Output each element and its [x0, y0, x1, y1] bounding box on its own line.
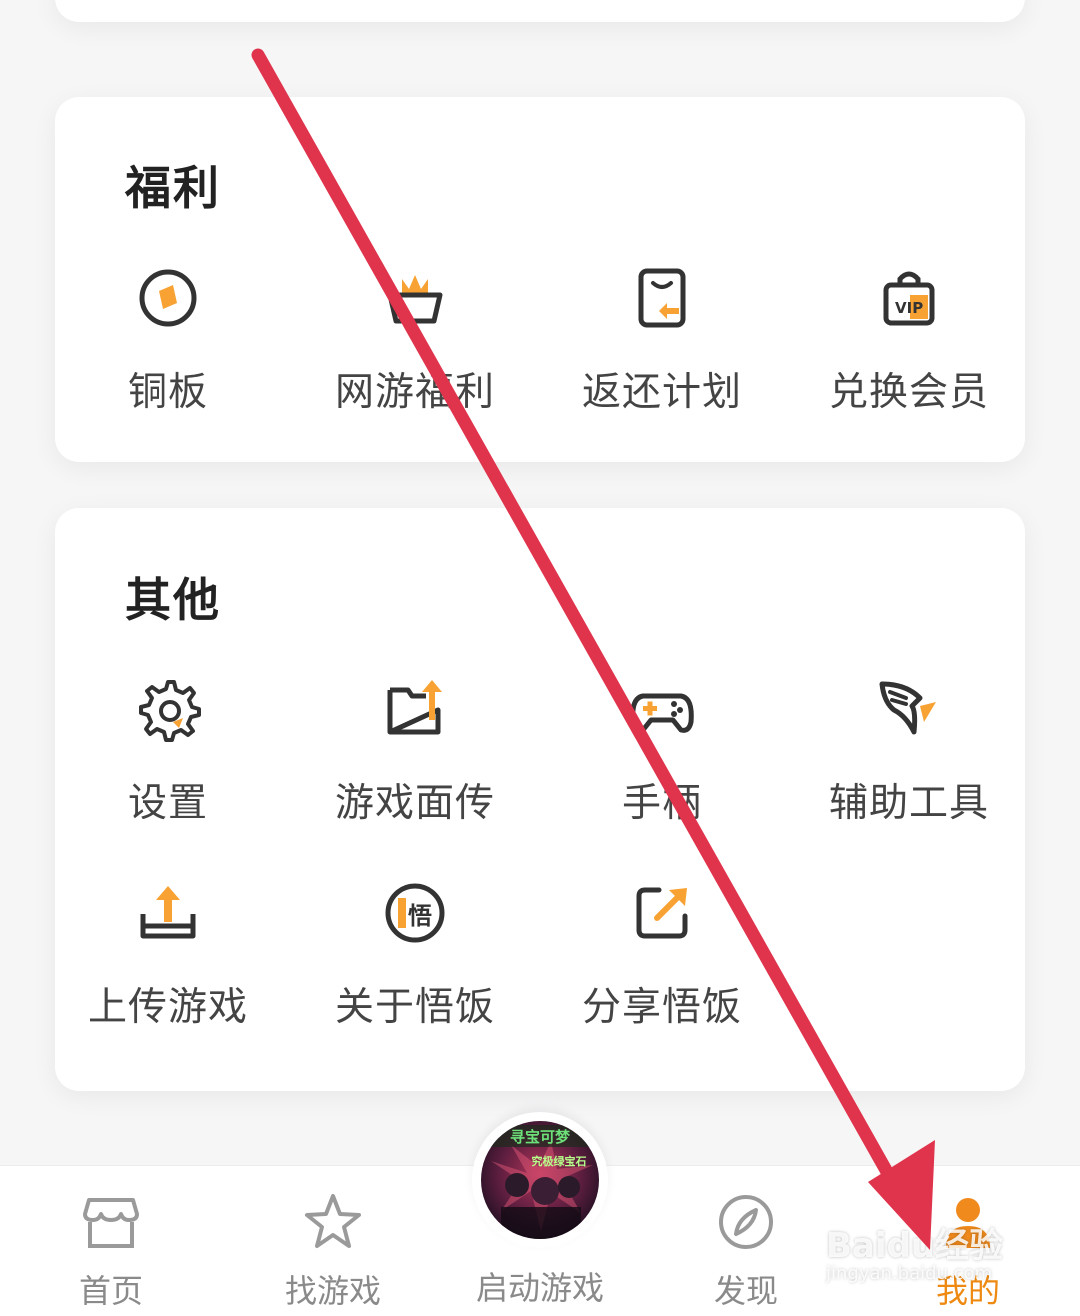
- crown-basket-icon: [387, 275, 443, 324]
- other-section-title: 其他: [125, 573, 221, 627]
- nav-tab-discover[interactable]: 发现: [656, 1166, 836, 1312]
- gamepad-icon: [630, 693, 694, 733]
- welfare-item-redeem-vip[interactable]: VIP 兑换会员: [789, 265, 1029, 417]
- upload-tray-icon: [140, 886, 196, 939]
- other-item-gamepad[interactable]: 手柄: [542, 676, 782, 828]
- share-icon: [636, 887, 688, 939]
- svg-text:悟: 悟: [408, 902, 432, 930]
- other-item-share-wufan[interactable]: 分享悟饭: [542, 880, 782, 1032]
- vip-bag-icon: VIP: [883, 271, 935, 326]
- other-item-label: 上传游戏: [87, 985, 248, 1030]
- folder-upload-icon: [387, 680, 442, 735]
- other-item-game-transfer[interactable]: 游戏面传: [295, 676, 535, 828]
- watermark-url: jingyan.baidu.com: [826, 1263, 993, 1284]
- cover-title: 寻宝可梦: [510, 1128, 571, 1146]
- nav-tab-launch-game-label: 启动游戏: [475, 1269, 604, 1307]
- nav-label: 首页: [78, 1272, 143, 1310]
- welfare-card: 福利 铜板 网游福利 返还计划 VIP 兑换会员: [55, 97, 1025, 462]
- game-cover-icon[interactable]: 寻宝可梦 究极绿宝石: [481, 1121, 599, 1239]
- nav-label: 发现: [713, 1272, 778, 1310]
- welfare-item-return-plan[interactable]: 返还计划: [542, 265, 782, 417]
- gear-icon: [139, 680, 201, 742]
- home-store-icon: [83, 1198, 139, 1248]
- other-item-label: 游戏面传: [334, 781, 495, 826]
- welfare-item-online-game-benefits[interactable]: 网游福利: [295, 265, 535, 417]
- nav-label: 找游戏: [284, 1272, 381, 1310]
- welfare-item-coins[interactable]: 铜板: [48, 265, 288, 417]
- nav-tab-home[interactable]: 首页: [21, 1166, 201, 1312]
- other-item-label: 设置: [127, 781, 208, 826]
- wufan-logo-icon: 悟: [385, 883, 445, 943]
- svg-text:VIP: VIP: [895, 299, 923, 317]
- other-item-upload-game[interactable]: 上传游戏: [48, 880, 288, 1032]
- other-item-label: 辅助工具: [828, 781, 989, 826]
- nav-tab-find-games[interactable]: 找游戏: [243, 1166, 423, 1312]
- compass-icon: [719, 1195, 773, 1249]
- other-item-label: 关于悟饭: [334, 985, 495, 1030]
- return-plan-icon: [638, 268, 686, 328]
- cover-subtitle: 究极绿宝石: [532, 1154, 587, 1168]
- winged-tool-icon: [879, 681, 936, 735]
- other-card: 其他 设置 游戏面传 手柄 辅助工具 上传游戏 悟 关于悟饭 分享悟饭: [55, 508, 1025, 1091]
- welfare-item-label: 兑换会员: [828, 370, 989, 415]
- star-icon: [305, 1194, 361, 1248]
- watermark-brand: Baidu经验: [826, 1226, 1004, 1266]
- other-item-helper-tools[interactable]: 辅助工具: [789, 676, 1029, 828]
- coin-icon: [139, 269, 197, 327]
- welfare-section-title: 福利: [125, 161, 221, 215]
- previous-card: [55, 0, 1025, 22]
- baidu-jingyan-watermark: Baidu经验 jingyan.baidu.com: [826, 1218, 1036, 1298]
- welfare-item-label: 铜板: [127, 370, 208, 415]
- other-item-about-wufan[interactable]: 悟 关于悟饭: [295, 880, 535, 1032]
- other-item-label: 分享悟饭: [581, 985, 742, 1030]
- welfare-item-label: 返还计划: [581, 370, 742, 415]
- other-item-settings[interactable]: 设置: [48, 676, 288, 828]
- welfare-item-label: 网游福利: [334, 370, 495, 415]
- other-item-label: 手柄: [621, 781, 702, 826]
